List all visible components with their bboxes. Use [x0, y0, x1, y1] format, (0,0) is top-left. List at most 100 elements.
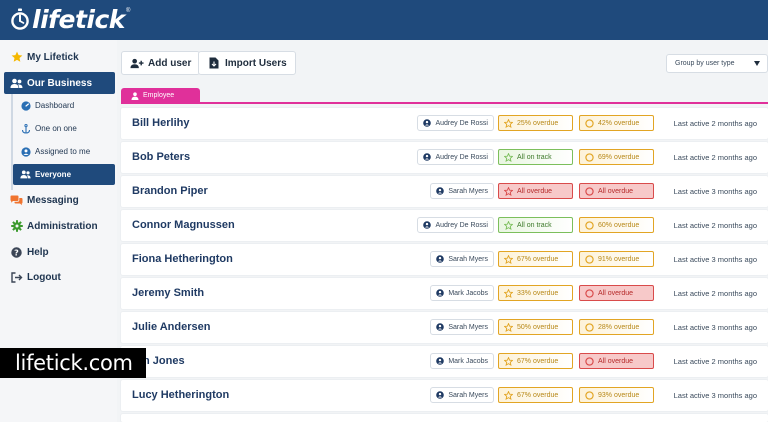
employee-row[interactable]: Bill Herlihy Audrey De Rossi 25% overdue… [121, 108, 768, 139]
employee-row[interactable]: Brandon Piper Sarah Myers All overdue Al… [121, 176, 768, 207]
sidebar-subitem-one-on-one[interactable]: One on one [13, 118, 115, 139]
status-badge[interactable]: 67% overdue [498, 353, 573, 369]
sidebar-item-help[interactable]: ? Help [4, 241, 115, 263]
employee-name[interactable]: Jeremy Smith [132, 287, 204, 299]
last-active: Last active 2 months ago [673, 289, 757, 298]
status-badge[interactable]: All overdue [579, 183, 654, 199]
add-user-label: Add user [148, 57, 192, 69]
file-import-icon [207, 56, 221, 70]
sidebar-subitem-label: Everyone [35, 170, 72, 179]
status-label: 69% overdue [598, 153, 640, 161]
sidebar-item-messaging[interactable]: Messaging [4, 189, 115, 211]
last-active: Last active 2 months ago [673, 221, 757, 230]
circle-outline-icon [585, 322, 594, 332]
tab-employee[interactable]: Employee [121, 88, 200, 103]
employee-row[interactable]: n Jones Mark Jacobs 67% overdue All over… [121, 346, 768, 377]
status-badge[interactable]: All overdue [498, 183, 573, 199]
user-circle-icon [436, 289, 445, 297]
employee-row[interactable]: Jeremy Smith Mark Jacobs 33% overdue All… [121, 278, 768, 309]
employee-name[interactable]: Connor Magnussen [132, 219, 235, 231]
manager-name: Audrey De Rossi [435, 221, 488, 229]
status-label: 33% overdue [517, 289, 559, 297]
star-outline-icon [504, 186, 513, 196]
anchor-icon [20, 123, 31, 134]
employee-name[interactable]: Fiona Hetherington [132, 253, 233, 265]
employee-name[interactable]: n Jones [143, 355, 185, 367]
status-badge[interactable]: 50% overdue [498, 319, 573, 335]
star-outline-icon [504, 118, 513, 128]
svg-text:?: ? [14, 248, 19, 257]
manager-chip[interactable]: Audrey De Rossi [417, 115, 494, 131]
brand-logo[interactable]: lifetick ® [10, 4, 130, 34]
status-badge[interactable]: 67% overdue [498, 387, 573, 403]
manager-chip[interactable]: Mark Jacobs [430, 285, 494, 301]
employee-name[interactable]: Lucy Hetherington [132, 389, 229, 401]
sidebar-item-my-lifetick[interactable]: My Lifetick [4, 46, 115, 68]
status-badge[interactable]: 42% overdue [579, 115, 654, 131]
status-badge[interactable]: 67% overdue [498, 251, 573, 267]
status-label: 67% overdue [517, 357, 559, 365]
employee-row[interactable]: Bob Peters Audrey De Rossi All on track … [121, 142, 768, 173]
status-badge[interactable]: All overdue [579, 285, 654, 301]
employee-row[interactable]: Julie Andersen Sarah Myers 50% overdue 2… [121, 312, 768, 343]
status-label: All on track [517, 153, 552, 161]
import-users-button[interactable]: Import Users [198, 51, 296, 75]
group-icon [20, 169, 31, 180]
employee-name[interactable]: Julie Andersen [132, 321, 210, 333]
sidebar-item-label: Administration [27, 220, 98, 232]
manager-chip[interactable]: Audrey De Rossi [417, 149, 494, 165]
status-badge[interactable]: 28% overdue [579, 319, 654, 335]
sidebar-subitem-label: One on one [35, 124, 77, 133]
manager-chip[interactable]: Sarah Myers [430, 183, 494, 199]
sidebar-subitem-assigned-to-me[interactable]: Assigned to me [13, 141, 115, 162]
sidebar-item-our-business[interactable]: Our Business [4, 72, 115, 94]
status-label: All on track [517, 221, 552, 229]
manager-name: Sarah Myers [448, 323, 488, 331]
logout-icon [10, 271, 23, 284]
manager-name: Audrey De Rossi [435, 119, 488, 127]
group-by-select[interactable]: Group by user type [666, 54, 768, 73]
status-badge[interactable]: 60% overdue [579, 217, 654, 233]
employee-name[interactable]: Bob Peters [132, 151, 190, 163]
status-badge[interactable]: All on track [498, 149, 573, 165]
user-circle-icon [423, 119, 432, 127]
star-outline-icon [504, 356, 513, 366]
dashboard-icon [20, 100, 31, 111]
status-badge[interactable]: All overdue [579, 353, 654, 369]
status-badge[interactable]: 25% overdue [498, 115, 573, 131]
status-badge[interactable]: All on track [498, 217, 573, 233]
sidebar-item-label: Help [27, 246, 49, 258]
employee-name[interactable]: Brandon Piper [132, 185, 208, 197]
status-badge[interactable]: 69% overdue [579, 149, 654, 165]
status-badge[interactable]: 33% overdue [498, 285, 573, 301]
manager-chip[interactable]: Sarah Myers [430, 387, 494, 403]
sidebar-item-logout[interactable]: Logout [4, 266, 115, 288]
status-label: 67% overdue [517, 255, 559, 263]
star-icon [10, 51, 23, 64]
manager-chip[interactable]: Sarah Myers [430, 319, 494, 335]
tab-label: Employee [143, 92, 175, 99]
sidebar-subitem-dashboard[interactable]: Dashboard [13, 95, 115, 116]
manager-chip[interactable]: Audrey De Rossi [417, 217, 494, 233]
sidebar-item-administration[interactable]: Administration [4, 215, 115, 237]
status-label: 60% overdue [598, 221, 640, 229]
manager-chip[interactable]: Mark Jacobs [430, 353, 494, 369]
user-circle-icon [436, 391, 445, 399]
status-badge[interactable]: 93% overdue [579, 387, 654, 403]
manager-chip[interactable]: Sarah Myers [430, 251, 494, 267]
chat-icon [10, 194, 23, 207]
add-user-button[interactable]: Add user [121, 51, 201, 75]
stopwatch-icon [11, 8, 29, 30]
status-label: All overdue [598, 289, 634, 297]
circle-outline-icon [585, 118, 594, 128]
brand-reg-mark: ® [125, 8, 131, 14]
employee-row[interactable]: Lucy Hetherington Sarah Myers 67% overdu… [121, 380, 768, 411]
employee-name[interactable]: Bill Herlihy [132, 117, 189, 129]
sidebar-subitem-everyone[interactable]: Everyone [13, 164, 115, 185]
status-badge[interactable]: 91% overdue [579, 251, 654, 267]
sidebar-subitem-label: Dashboard [35, 101, 75, 110]
employee-row[interactable]: Fiona Hetherington Sarah Myers 67% overd… [121, 244, 768, 275]
status-label: All overdue [517, 187, 553, 195]
employee-row[interactable]: Connor Magnussen Audrey De Rossi All on … [121, 210, 768, 241]
star-outline-icon [504, 152, 513, 162]
